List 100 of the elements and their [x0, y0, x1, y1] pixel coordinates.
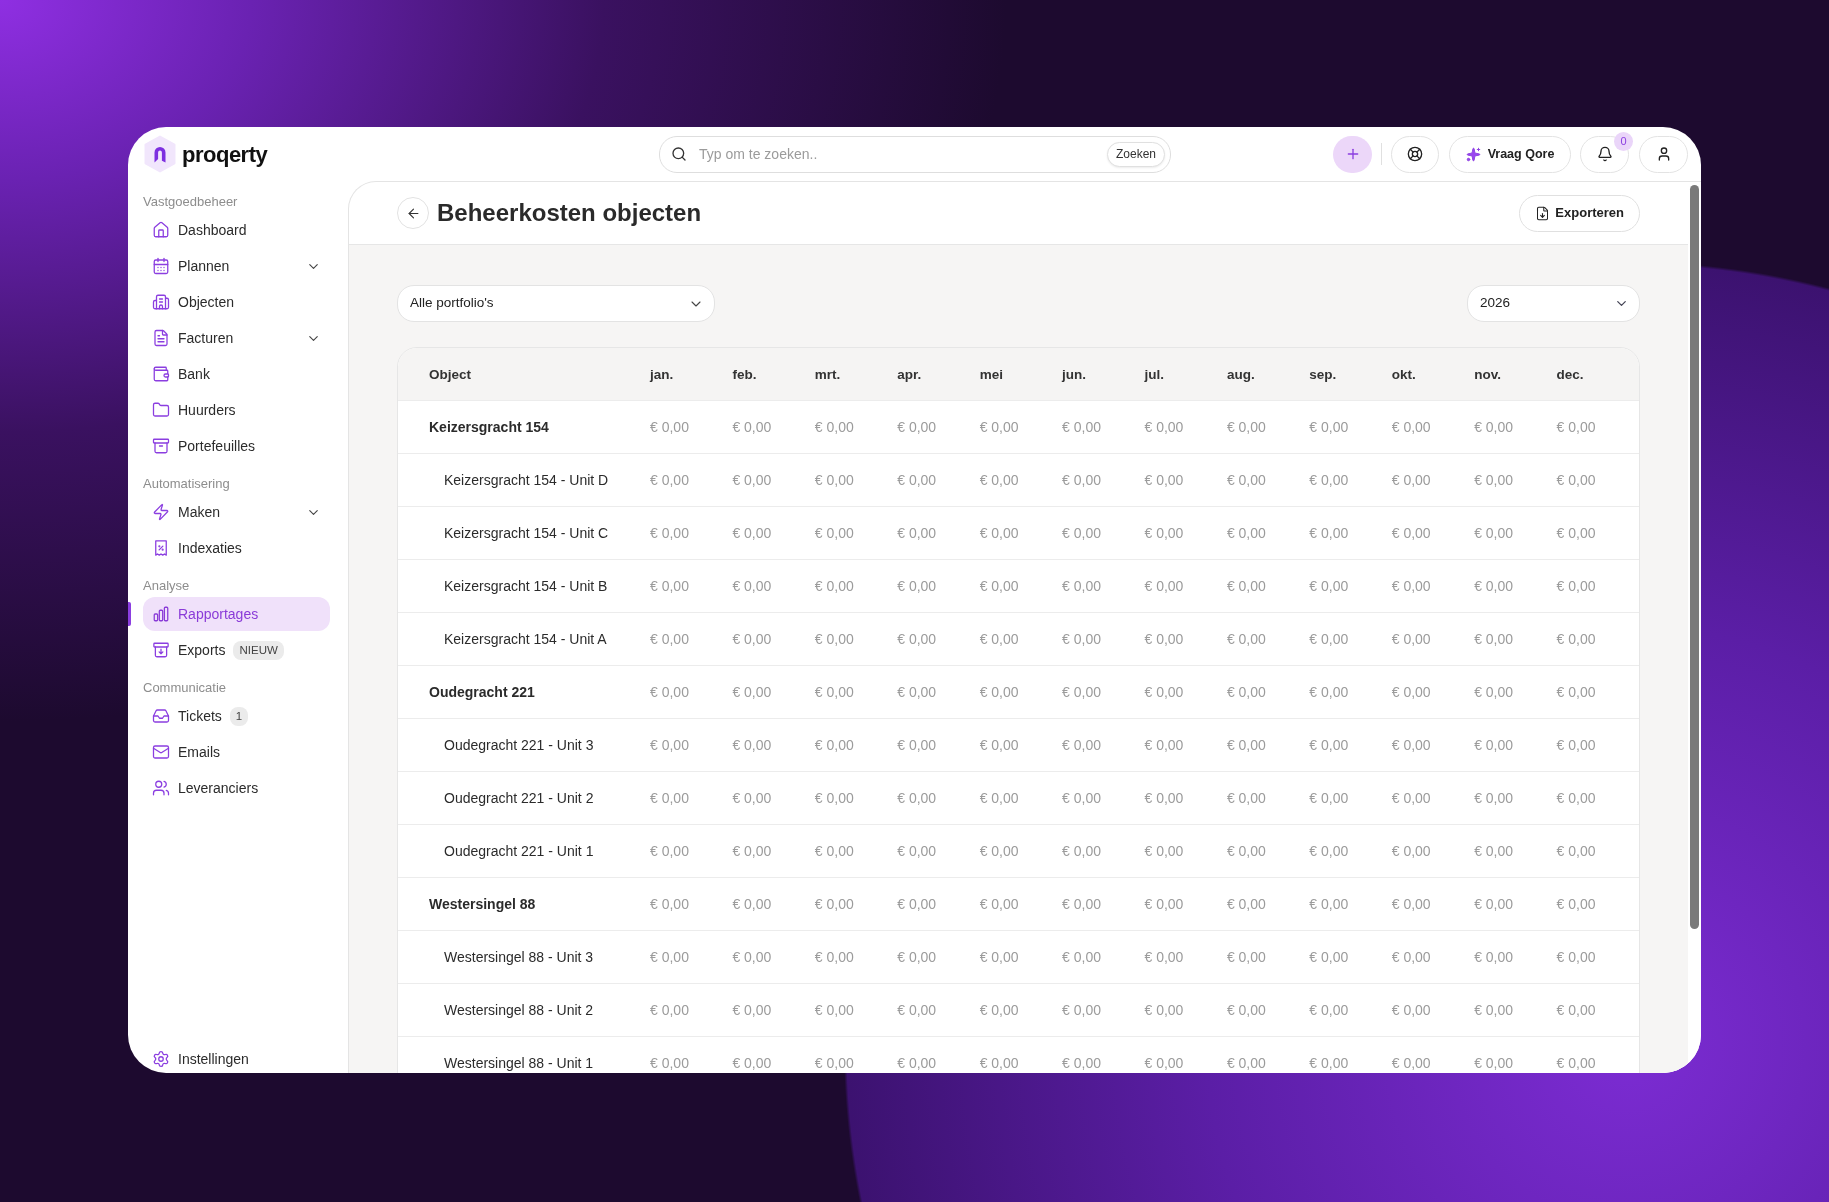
table-cell: € 0,00: [979, 472, 1019, 488]
table-cell: € 0,00: [979, 790, 1019, 806]
table-cell: € 0,00: [1144, 472, 1184, 488]
table-cell: € 0,00: [814, 525, 854, 541]
table-cell: € 0,00: [1226, 896, 1266, 912]
table-cell: € 0,00: [1062, 472, 1101, 488]
table-cell: € 0,00: [732, 843, 772, 859]
table-cell: € 0,00: [1391, 684, 1431, 700]
table-cell: € 0,00: [1309, 684, 1349, 700]
table-cell: € 0,00: [1226, 737, 1266, 753]
sidebar-item[interactable]: Dashboard: [143, 213, 330, 247]
table-cell: € 0,00: [1474, 472, 1514, 488]
table-cell: € 0,00: [1062, 949, 1101, 965]
table-cell: € 0,00: [1391, 472, 1431, 488]
sidebar-item[interactable]: Emails: [143, 735, 330, 769]
table-cell: € 0,00: [897, 1002, 937, 1018]
table-cell: € 0,00: [1144, 843, 1184, 859]
table-cell: € 0,00: [1226, 472, 1266, 488]
table-cell: € 0,00: [732, 419, 772, 435]
column-header: Object: [429, 367, 471, 382]
table-cell: € 0,00: [650, 684, 689, 700]
table-cell: € 0,00: [1474, 1055, 1514, 1071]
percent-receipt-icon: [152, 539, 170, 557]
table-cell: € 0,00: [650, 790, 689, 806]
table-cell: € 0,00: [650, 737, 689, 753]
table-cell: € 0,00: [732, 1002, 772, 1018]
object-name: Westersingel 88 - Unit 1: [444, 1055, 594, 1071]
sidebar-item[interactable]: Tickets 1: [143, 699, 330, 733]
object-name: Westersingel 88 - Unit 2: [444, 1002, 594, 1018]
table-cell: € 0,00: [650, 949, 689, 965]
table-cell: € 0,00: [1062, 737, 1101, 753]
table-cell: € 0,00: [732, 737, 772, 753]
object-name: Oudegracht 221 - Unit 1: [444, 843, 594, 859]
sidebar-item[interactable]: Instellingen: [143, 1048, 330, 1070]
wallet-icon: [152, 365, 170, 383]
table-cell: € 0,00: [1474, 790, 1514, 806]
item-badge: 1: [229, 706, 249, 726]
table-cell: € 0,00: [1144, 737, 1184, 753]
table-cell: € 0,00: [1556, 843, 1596, 859]
table-cell: € 0,00: [1309, 790, 1349, 806]
mail-icon: [152, 743, 170, 761]
table-cell: € 0,00: [1309, 1002, 1349, 1018]
sidebar-item[interactable]: Objecten: [143, 285, 330, 319]
section-label: Communicatie: [143, 679, 227, 697]
sidebar-item[interactable]: Exports NIEUW: [143, 633, 330, 667]
table-cell: € 0,00: [979, 419, 1019, 435]
table-cell: € 0,00: [1226, 525, 1266, 541]
bell-icon: [1596, 146, 1613, 162]
document-icon: [152, 329, 170, 347]
portfolio-select[interactable]: Alle portfolio's: [397, 285, 715, 322]
table-cell: € 0,00: [1309, 419, 1349, 435]
sidebar-item[interactable]: Plannen: [143, 249, 330, 283]
scrollbar-thumb[interactable]: [1690, 185, 1699, 929]
table-cell: € 0,00: [1391, 896, 1431, 912]
table-cell: € 0,00: [814, 790, 854, 806]
table-cell: € 0,00: [1391, 1002, 1431, 1018]
inbox-icon: [152, 707, 170, 725]
add-button[interactable]: [1333, 135, 1372, 173]
table-cell: € 0,00: [1144, 419, 1184, 435]
sidebar-item[interactable]: Huurders: [143, 393, 330, 427]
table-cell: € 0,00: [897, 419, 937, 435]
object-name: Westersingel 88 - Unit 3: [444, 949, 594, 965]
object-name: Oudegracht 221: [429, 684, 535, 700]
table-cell: € 0,00: [1226, 843, 1266, 859]
table-cell: € 0,00: [897, 684, 937, 700]
search-button[interactable]: Zoeken: [1106, 141, 1165, 167]
sparkles-icon: [1465, 146, 1481, 162]
table-cell: € 0,00: [1474, 737, 1514, 753]
search-icon: [671, 146, 687, 162]
table-cell: € 0,00: [1309, 578, 1349, 594]
sidebar-item[interactable]: Indexaties: [143, 531, 330, 565]
table-cell: € 0,00: [814, 578, 854, 594]
table-cell: € 0,00: [1062, 631, 1101, 647]
table-cell: € 0,00: [1474, 1002, 1514, 1018]
sidebar-item[interactable]: Portefeuilles: [143, 429, 330, 463]
table-cell: € 0,00: [814, 1055, 854, 1071]
table-cell: € 0,00: [650, 525, 689, 541]
table-cell: € 0,00: [814, 843, 854, 859]
hexagon-logo-icon: [143, 135, 177, 173]
sidebar-item[interactable]: Bank: [143, 357, 330, 391]
object-name: Keizersgracht 154 - Unit D: [444, 472, 609, 488]
column-header: mrt.: [814, 367, 841, 382]
table-cell: € 0,00: [897, 949, 937, 965]
table-cell: € 0,00: [1556, 578, 1596, 594]
table-cell: € 0,00: [650, 472, 689, 488]
table-cell: € 0,00: [1309, 1055, 1349, 1071]
table-cell: € 0,00: [1556, 737, 1596, 753]
table-cell: € 0,00: [732, 631, 772, 647]
sidebar-item[interactable]: Leveranciers: [143, 771, 330, 805]
object-name: Oudegracht 221 - Unit 3: [444, 737, 594, 753]
table-cell: € 0,00: [1391, 949, 1431, 965]
sidebar-item[interactable]: Maken: [143, 495, 330, 529]
table-cell: € 0,00: [1474, 843, 1514, 859]
table-cell: € 0,00: [1062, 684, 1101, 700]
table-cell: € 0,00: [1226, 1055, 1266, 1071]
lightning-icon: [152, 503, 170, 521]
sidebar-item[interactable]: Facturen: [143, 321, 330, 355]
search-field[interactable]: Typ om te zoeken.. Zoeken: [659, 135, 1171, 173]
table-cell: € 0,00: [897, 790, 937, 806]
year-select[interactable]: 2026: [1467, 285, 1640, 322]
